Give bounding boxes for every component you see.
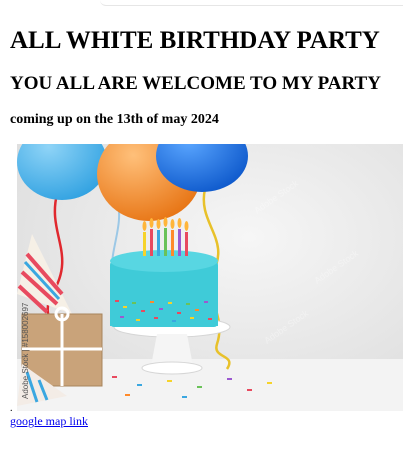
google-map-link[interactable]: google map link (10, 414, 88, 429)
text-dot: . (10, 403, 13, 414)
top-border-decoration (100, 0, 403, 6)
date-line: coming up on the 13th of may 2024 (10, 112, 219, 127)
page-subtitle: YOU ALL ARE WELCOME TO MY PARTY (10, 73, 381, 94)
birthday-cake-image: Adobe Stock Adobe Stock Adobe Stock Adob… (17, 144, 403, 411)
page-title: ALL WHITE BIRTHDAY PARTY (10, 27, 380, 54)
image-watermark: Adobe Stock | #158002697 (21, 302, 30, 399)
